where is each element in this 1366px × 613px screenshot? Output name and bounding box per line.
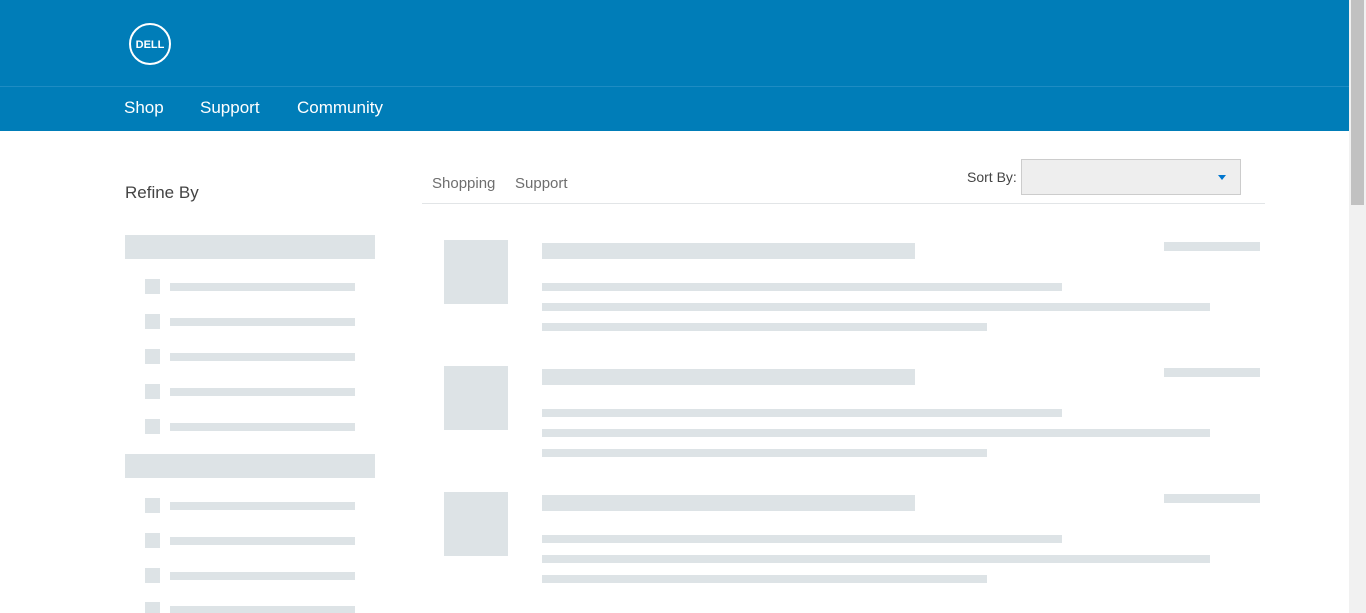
facet-checkbox-placeholder: [145, 314, 160, 329]
dell-logo-icon: DELL: [136, 39, 165, 51]
facet-checkbox-placeholder: [145, 419, 160, 434]
facet-label-placeholder: [170, 502, 355, 510]
site-header: DELL Shop Support Community: [0, 0, 1349, 131]
facet-label-placeholder: [170, 423, 355, 431]
facet-checkbox-placeholder: [145, 533, 160, 548]
refine-by-heading: Refine By: [125, 183, 199, 202]
sort-by-select[interactable]: [1021, 159, 1241, 195]
header-divider: [0, 86, 1349, 87]
facet-label-placeholder: [170, 353, 355, 361]
page-scrollbar[interactable]: [1349, 0, 1366, 613]
facet-label-placeholder: [170, 572, 355, 580]
result-line-placeholder: [542, 429, 1210, 437]
nav-shop[interactable]: Shop: [124, 97, 164, 119]
facet-label-placeholder: [170, 318, 355, 326]
result-line-placeholder: [542, 575, 987, 583]
result-price-placeholder: [1164, 242, 1260, 251]
facet-label-placeholder: [170, 388, 355, 396]
facet-label-placeholder: [170, 537, 355, 545]
result-title-placeholder: [542, 243, 915, 259]
result-line-placeholder: [542, 535, 1062, 543]
scrollbar-thumb[interactable]: [1351, 0, 1364, 205]
sort-by-label: Sort By:: [967, 169, 1017, 185]
tabs-divider: [422, 203, 1265, 204]
result-image-placeholder: [444, 240, 508, 304]
facet-checkbox-placeholder: [145, 602, 160, 613]
result-title-placeholder: [542, 495, 915, 511]
svg-text:DELL: DELL: [136, 39, 165, 51]
nav-support[interactable]: Support: [200, 97, 260, 119]
chevron-down-icon: [1218, 175, 1226, 180]
result-line-placeholder: [542, 303, 1210, 311]
result-line-placeholder: [542, 449, 987, 457]
result-price-placeholder: [1164, 494, 1260, 503]
facet-checkbox-placeholder: [145, 384, 160, 399]
facet-checkbox-placeholder: [145, 498, 160, 513]
result-image-placeholder: [444, 366, 508, 430]
facet-header-placeholder: [125, 454, 375, 478]
facet-header-placeholder: [125, 235, 375, 259]
facet-checkbox-placeholder: [145, 568, 160, 583]
dell-logo[interactable]: DELL: [129, 23, 171, 65]
facet-checkbox-placeholder: [145, 279, 160, 294]
result-line-placeholder: [542, 555, 1210, 563]
nav-community[interactable]: Community: [297, 97, 383, 119]
facet-checkbox-placeholder: [145, 349, 160, 364]
result-line-placeholder: [542, 323, 987, 331]
facet-label-placeholder: [170, 606, 355, 613]
result-title-placeholder: [542, 369, 915, 385]
result-line-placeholder: [542, 283, 1062, 291]
result-line-placeholder: [542, 409, 1062, 417]
result-price-placeholder: [1164, 368, 1260, 377]
result-image-placeholder: [444, 492, 508, 556]
tab-shopping[interactable]: Shopping: [432, 175, 495, 192]
tab-support[interactable]: Support: [515, 175, 568, 192]
facet-label-placeholder: [170, 283, 355, 291]
